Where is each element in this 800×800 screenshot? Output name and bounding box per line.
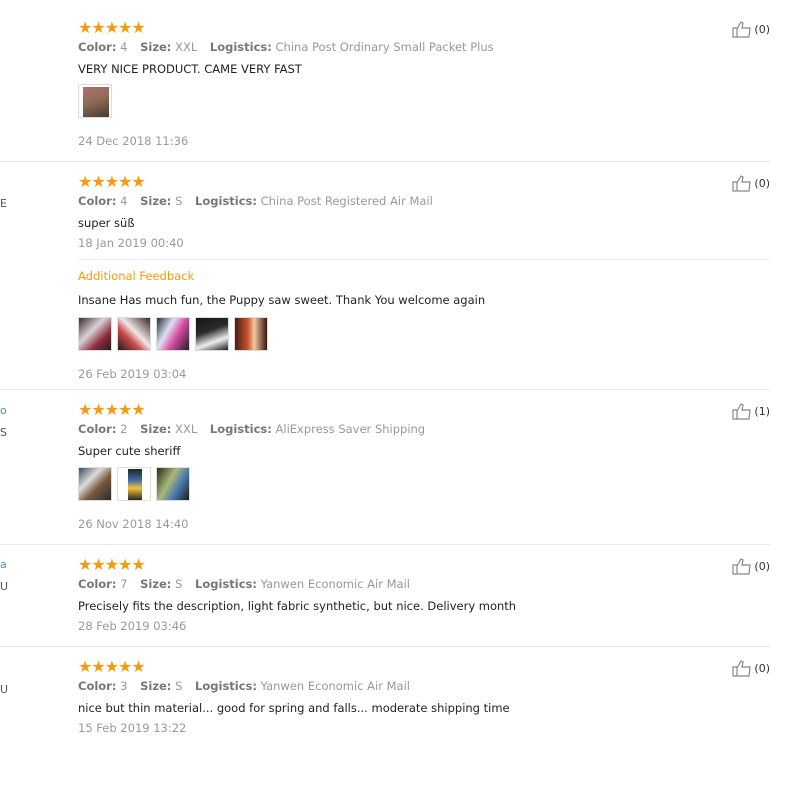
review-image-thumb[interactable] [78, 467, 112, 501]
additional-feedback-text: Insane Has much fun, the Puppy saw sweet… [78, 293, 486, 307]
color-label: Color: [78, 194, 117, 208]
star-rating: ★★★★★ [78, 400, 146, 419]
reviewer-name-fragment[interactable]: a [0, 558, 7, 571]
star-rating: ★★★★★ [78, 18, 146, 37]
review-image-thumb[interactable] [78, 317, 112, 351]
review-item: ★★★★★ Color: 7 Size: S Logistics: Yanwen… [78, 557, 770, 642]
thumbs-up-icon [732, 660, 752, 677]
review-image-thumb[interactable] [234, 317, 268, 351]
review-divider [0, 161, 770, 162]
review-date: 26 Nov 2018 14:40 [78, 517, 189, 531]
review-date: 28 Feb 2019 03:46 [78, 619, 187, 633]
review-image-thumb[interactable] [117, 467, 151, 501]
size-label: Size: [140, 679, 172, 693]
helpful-button[interactable]: (0) [732, 21, 770, 38]
review-text: Precisely fits the description, light fa… [78, 599, 517, 613]
review-images [78, 84, 112, 118]
color-label: Color: [78, 40, 117, 54]
thumbs-up-icon [732, 403, 752, 420]
review-image-thumb[interactable] [156, 467, 190, 501]
review-item: ★★★★★ Color: 4 Size: S Logistics: China … [78, 174, 770, 384]
star-rating: ★★★★★ [78, 172, 146, 191]
logistics-value: China Post Registered Air Mail [260, 194, 433, 208]
reviewer-country-fragment: S [0, 426, 7, 439]
reviewer-name-fragment[interactable]: o [0, 404, 7, 417]
thumbs-up-icon [732, 21, 752, 38]
star-rating: ★★★★★ [78, 555, 146, 574]
helpful-button[interactable]: (1) [732, 403, 770, 420]
thumbs-up-icon [732, 558, 752, 575]
review-divider [0, 389, 770, 390]
additional-feedback-heading: Additional Feedback [78, 269, 195, 283]
additional-feedback-images [78, 317, 268, 351]
logistics-label: Logistics: [209, 422, 272, 436]
star-rating: ★★★★★ [78, 657, 146, 676]
additional-feedback-date: 26 Feb 2019 03:04 [78, 367, 187, 381]
helpful-button[interactable]: (0) [732, 660, 770, 677]
size-label: Size: [140, 194, 172, 208]
color-label: Color: [78, 679, 117, 693]
color-value: 4 [120, 194, 128, 208]
review-divider [0, 544, 770, 545]
review-divider [0, 646, 770, 647]
color-value: 7 [120, 577, 128, 591]
helpful-button[interactable]: (0) [732, 175, 770, 192]
color-label: Color: [78, 577, 117, 591]
color-value: 2 [120, 422, 128, 436]
logistics-value: China Post Ordinary Small Packet Plus [275, 40, 494, 54]
size-label: Size: [140, 40, 172, 54]
helpful-count: (1) [754, 405, 770, 418]
review-item: ★★★★★ Color: 2 Size: XXL Logistics: AliE… [78, 402, 770, 537]
review-meta: Color: 3 Size: S Logistics: Yanwen Econo… [78, 679, 419, 693]
review-meta: Color: 4 Size: XXL Logistics: China Post… [78, 40, 503, 54]
size-value: S [175, 577, 183, 591]
review-meta: Color: 4 Size: S Logistics: China Post R… [78, 194, 442, 208]
helpful-count: (0) [754, 560, 770, 573]
reviewer-name-fragment: E [0, 197, 7, 210]
logistics-value: Yanwen Economic Air Mail [260, 577, 410, 591]
review-date: 18 Jan 2019 00:40 [78, 236, 184, 250]
review-image-thumb[interactable] [195, 317, 229, 351]
review-text: VERY NICE PRODUCT. CAME VERY FAST [78, 62, 302, 76]
helpful-count: (0) [754, 177, 770, 190]
color-value: 4 [120, 40, 128, 54]
helpful-button[interactable]: (0) [732, 558, 770, 575]
review-text: Super cute sheriff [78, 444, 181, 458]
review-item: ★★★★★ Color: 4 Size: XXL Logistics: Chin… [78, 20, 770, 155]
review-image-thumb[interactable] [78, 84, 112, 118]
helpful-count: (0) [754, 23, 770, 36]
review-text: nice but thin material... good for sprin… [78, 701, 510, 715]
review-image-thumb[interactable] [117, 317, 151, 351]
logistics-value: Yanwen Economic Air Mail [260, 679, 410, 693]
size-value: S [175, 194, 183, 208]
logistics-label: Logistics: [195, 577, 257, 591]
size-label: Size: [140, 422, 172, 436]
review-meta: Color: 2 Size: XXL Logistics: AliExpress… [78, 422, 434, 436]
review-meta: Color: 7 Size: S Logistics: Yanwen Econo… [78, 577, 419, 591]
review-image-thumb[interactable] [156, 317, 190, 351]
size-value: XXL [175, 422, 198, 436]
helpful-count: (0) [754, 662, 770, 675]
logistics-label: Logistics: [209, 40, 272, 54]
size-value: S [175, 679, 183, 693]
color-label: Color: [78, 422, 117, 436]
size-value: XXL [175, 40, 198, 54]
reviewer-country-fragment: U [0, 580, 9, 593]
review-date: 15 Feb 2019 13:22 [78, 721, 187, 735]
review-images [78, 467, 190, 501]
review-date: 24 Dec 2018 11:36 [78, 134, 189, 148]
thumbs-up-icon [732, 175, 752, 192]
color-value: 3 [120, 679, 128, 693]
size-label: Size: [140, 577, 172, 591]
logistics-value: AliExpress Saver Shipping [275, 422, 426, 436]
logistics-label: Logistics: [195, 679, 257, 693]
reviewer-country-fragment: U [0, 683, 9, 696]
logistics-label: Logistics: [195, 194, 257, 208]
review-text: super süß [78, 216, 135, 230]
review-item: ★★★★★ Color: 3 Size: S Logistics: Yanwen… [78, 659, 770, 744]
